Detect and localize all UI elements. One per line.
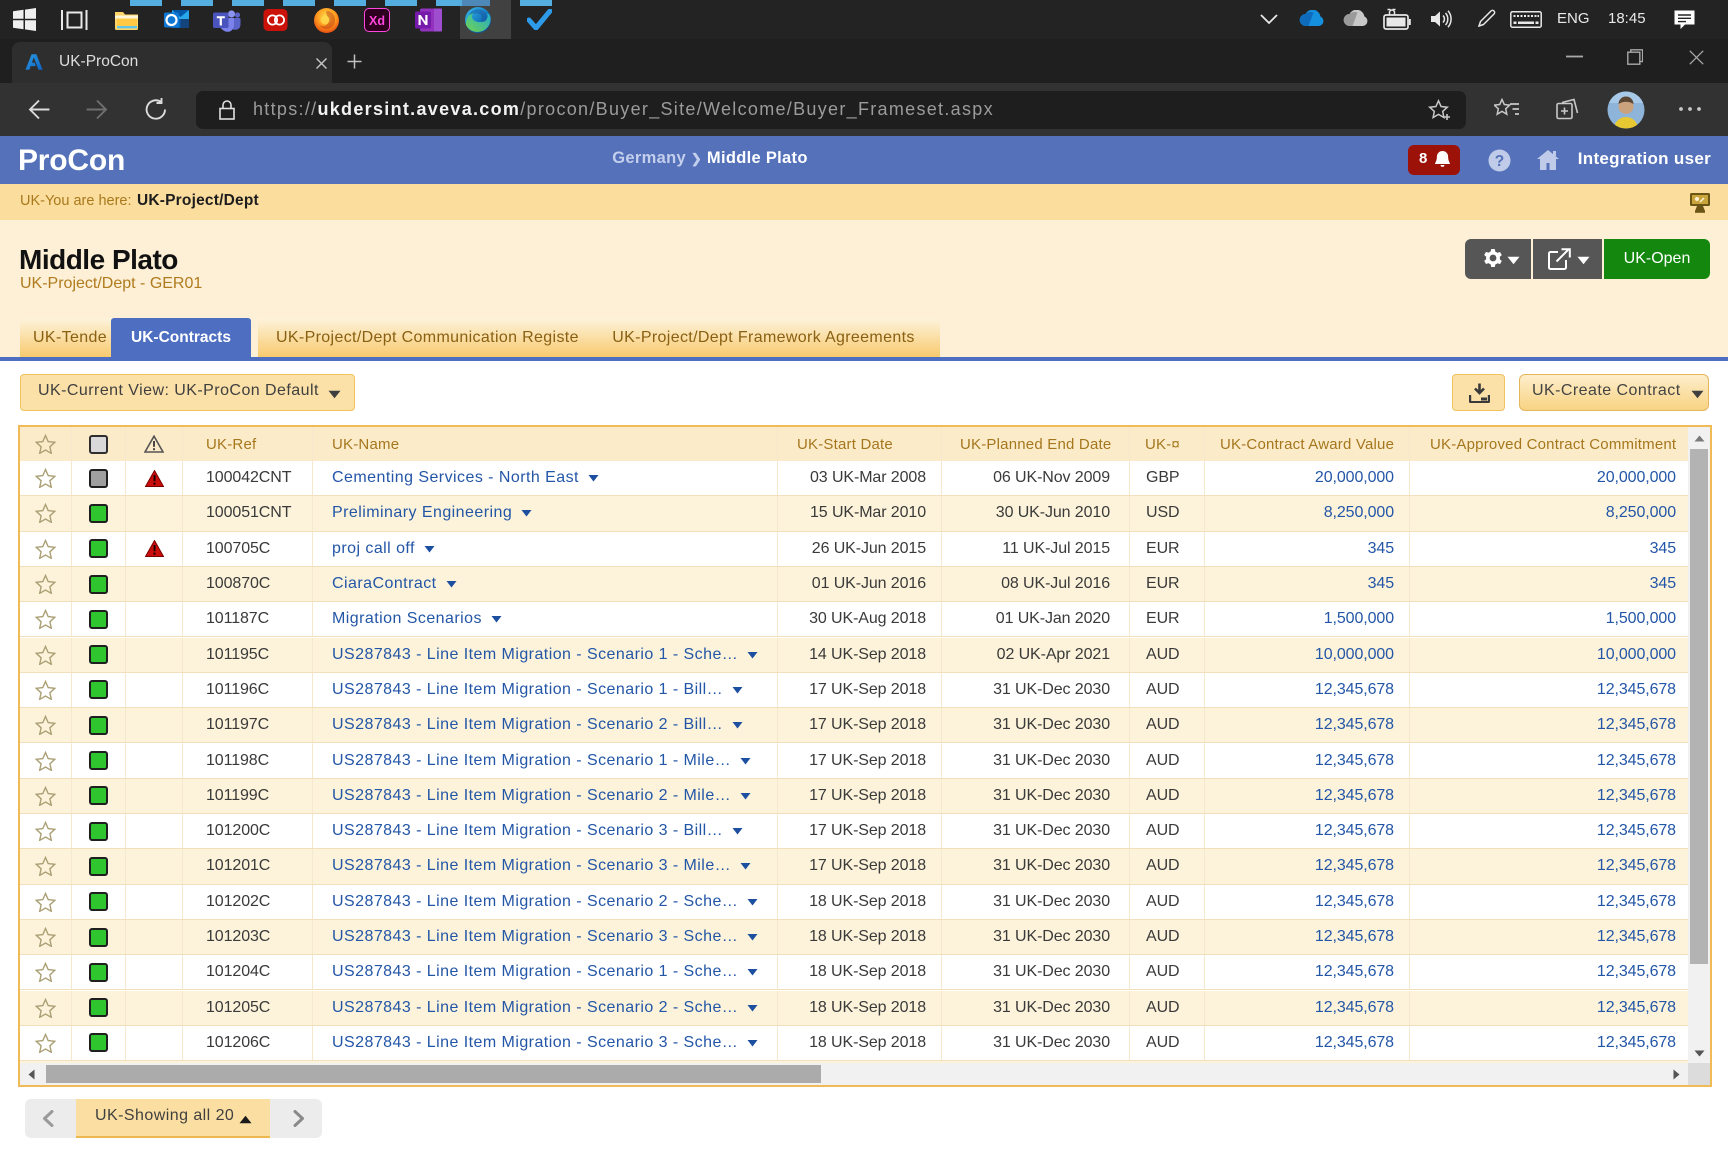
svg-text:Xd: Xd — [369, 14, 385, 28]
svg-text:?: ? — [1495, 153, 1504, 170]
